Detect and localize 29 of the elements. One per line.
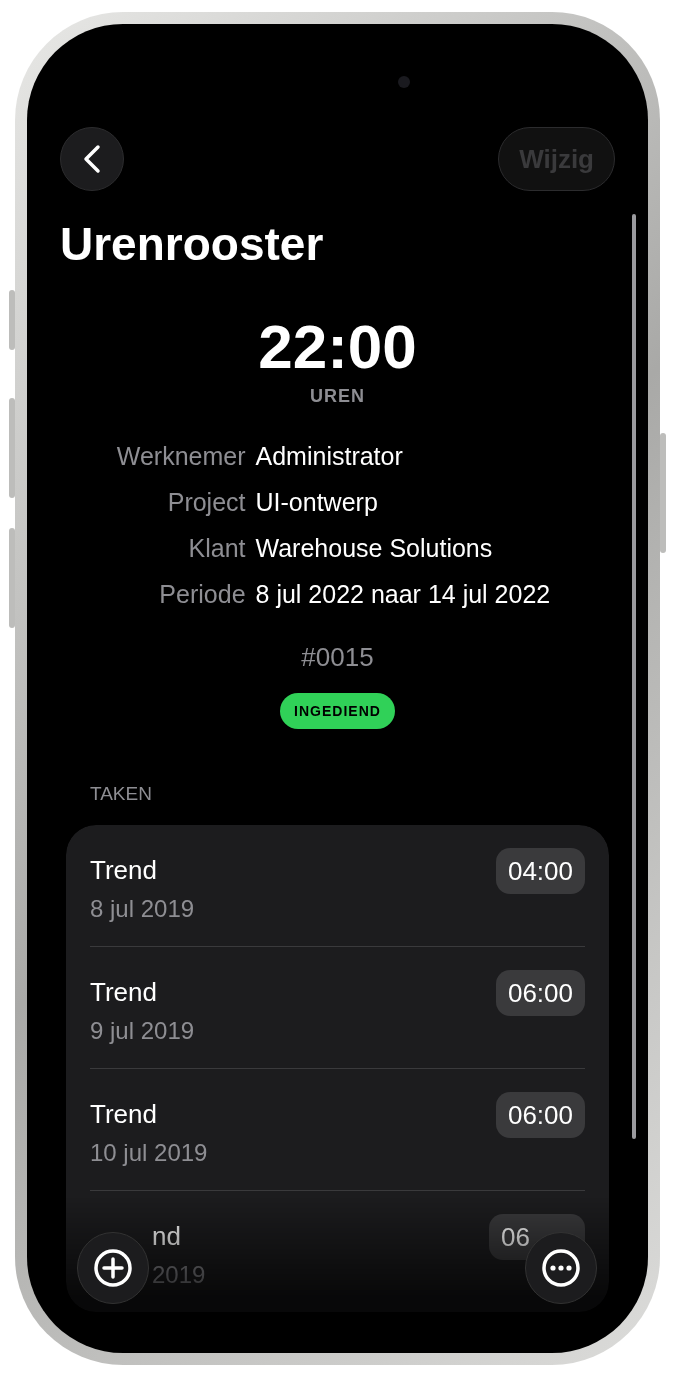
duration-badge: 06:00 bbox=[495, 1092, 585, 1138]
detail-label: Periode bbox=[158, 579, 246, 610]
duration-badge: 06:00 bbox=[495, 970, 585, 1016]
detail-value: Warehouse Solutions bbox=[255, 533, 494, 564]
section-label: TAKEN bbox=[90, 782, 152, 806]
detail-label: Klant bbox=[187, 533, 246, 564]
task-title: Trend bbox=[90, 855, 158, 885]
detail-value: 8 jul 2022 naar 14 jul 2022 bbox=[255, 579, 551, 610]
task-date: 9 jul 2019 bbox=[90, 1017, 195, 1045]
task-date: 2019 bbox=[152, 1261, 206, 1289]
duration-badge: 04:00 bbox=[495, 848, 585, 894]
task-date: 8 jul 2019 bbox=[90, 895, 195, 923]
task-title: Trend bbox=[90, 1099, 158, 1129]
detail-value: Administrator bbox=[255, 441, 404, 472]
detail-value: UI-ontwerp bbox=[255, 487, 379, 518]
task-date: 10 jul 2019 bbox=[90, 1139, 208, 1167]
task-title: Trend bbox=[90, 977, 158, 1007]
camera-dot bbox=[398, 76, 410, 88]
page-title: Urenrooster bbox=[60, 217, 325, 272]
total-hours: 22:00 bbox=[257, 312, 418, 382]
hours-unit: UREN bbox=[309, 385, 366, 407]
detail-label: Project bbox=[166, 487, 246, 518]
detail-label: Werknemer bbox=[116, 441, 246, 472]
status-badge: INGEDIEND bbox=[280, 693, 395, 729]
more-icon bbox=[541, 1248, 581, 1288]
task-title: nd bbox=[152, 1221, 182, 1251]
back-icon bbox=[83, 144, 101, 174]
plus-circle-icon bbox=[93, 1248, 133, 1288]
timesheet-number: #0015 bbox=[301, 641, 374, 674]
